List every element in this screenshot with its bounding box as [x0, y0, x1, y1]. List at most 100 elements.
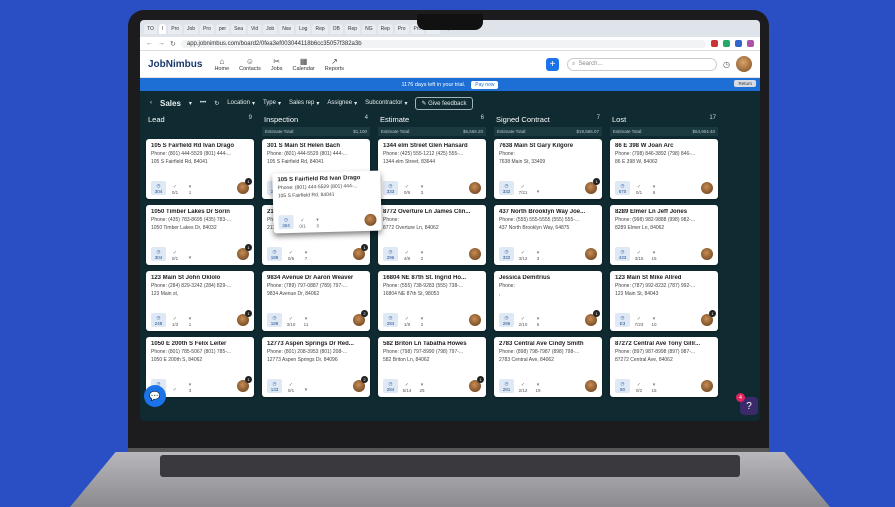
chat-button[interactable]: 💬	[144, 385, 166, 407]
filter-subcontractor[interactable]: Subcontractor ▾	[365, 100, 407, 107]
browser-tab[interactable]: Nav	[279, 23, 295, 34]
card-stats: ◷ 433 ✓ 3/15 ▾ 15	[615, 247, 660, 261]
history-icon[interactable]: ◷	[723, 60, 730, 69]
reload-icon[interactable]: ↻	[170, 40, 176, 48]
assignee-avatar[interactable]	[585, 248, 597, 260]
assignee-avatar[interactable]	[701, 182, 713, 194]
browser-tab[interactable]: Rep	[344, 23, 361, 34]
board-selector[interactable]: Sales	[160, 99, 181, 108]
assignee-avatar[interactable]	[585, 380, 597, 392]
assignee-avatar[interactable]: 1	[469, 376, 484, 392]
return-button[interactable]: Return	[734, 80, 756, 87]
browser-tab[interactable]: Job	[184, 23, 199, 34]
give-feedback-button[interactable]: ✎ Give feedback	[415, 96, 473, 110]
browser-tab[interactable]: Job	[263, 23, 278, 34]
pay-now-button[interactable]: Pay now	[471, 80, 499, 89]
forward-icon[interactable]: →	[158, 40, 165, 47]
assignee-avatar[interactable]: 2	[353, 310, 368, 326]
jobnimbus-logo[interactable]: JobNimbus	[148, 59, 202, 70]
assignee-avatar[interactable]: 1	[237, 376, 252, 392]
browser-tab[interactable]: per	[215, 23, 230, 34]
comment-stat: ▾	[300, 387, 312, 393]
browser-tab[interactable]: Rep	[312, 23, 328, 34]
browser-tab[interactable]: Pro	[394, 23, 409, 34]
add-button[interactable]: +	[546, 57, 560, 71]
assignee-avatar[interactable]: 1	[237, 244, 252, 260]
assignee-avatar[interactable]: 1	[701, 310, 716, 326]
job-card[interactable]: 2783 Central Ave Cindy Smith Phone: (898)…	[494, 337, 602, 397]
extension-icon[interactable]	[735, 40, 742, 47]
assignee-avatar[interactable]	[701, 380, 713, 392]
assignee-avatar[interactable]	[469, 314, 481, 326]
job-card[interactable]: 87272 Central Ave Tony Gillr... Phone: (8…	[610, 337, 718, 397]
column-title: Estimate	[380, 115, 410, 124]
assignee-avatar[interactable]	[469, 248, 481, 260]
browser-tab[interactable]: NG	[362, 23, 376, 34]
more-icon[interactable]: •••	[200, 100, 206, 106]
job-card[interactable]: 1344 elm Street Glen Hansard Phone: (425)…	[378, 139, 486, 199]
job-card[interactable]: 8772 Overture Ln James Clin... Phone: 8772…	[378, 205, 486, 265]
job-card[interactable]: 123 Main St John Oklolo Phone: (284) 829-…	[146, 271, 254, 331]
nav-calendar[interactable]: ▦ Calendar	[292, 57, 314, 72]
chevron-down-icon: ▾	[354, 100, 358, 107]
job-card[interactable]: 582 Briton Ln Tabatha Howes Phone: (798) …	[378, 337, 486, 397]
assignee-avatar[interactable]	[364, 213, 377, 227]
browser-tab[interactable]: Rep	[377, 23, 393, 34]
help-button[interactable]: ? 4	[736, 393, 758, 415]
filter-location[interactable]: Location ▾	[227, 100, 255, 107]
job-card[interactable]: 9834 Avenue Dr Aaron Weaver Phone: (789) …	[262, 271, 370, 331]
assignee-avatar[interactable]: 1	[585, 178, 600, 194]
nav-reports[interactable]: ↗ Reports	[325, 57, 344, 72]
task-stat: ✓ 4/9	[403, 250, 411, 261]
assignee-avatar[interactable]: 1	[237, 310, 252, 326]
browser-tab[interactable]: Vid	[248, 23, 262, 34]
dragged-card[interactable]: 105 S Fairfield Rd Ivan Drago Phone: (801…	[272, 170, 382, 234]
card-title: 1050 E 200th S Felix Leiter	[151, 341, 227, 347]
assignee-avatar[interactable]	[469, 182, 481, 194]
assignee-avatar[interactable]	[701, 248, 713, 260]
notification-count: 1	[709, 310, 716, 317]
filter-type[interactable]: Type ▾	[263, 100, 281, 107]
card-address: 1344 elm Street, 83644	[383, 159, 435, 165]
job-card[interactable]: 8289 Elmer Ln Jeff Jones Phone: (998) 982…	[610, 205, 718, 265]
assignee-avatar[interactable]: 1	[237, 178, 252, 194]
browser-tab[interactable]: Pro	[200, 23, 214, 34]
column-header: Estimate 6	[378, 115, 486, 127]
nav-contacts[interactable]: ☺ Contacts	[239, 57, 261, 72]
assignee-avatar[interactable]: 1	[353, 244, 368, 260]
url-field[interactable]: app.jobnimbus.com/board2/0fea3ef00304411…	[180, 39, 706, 48]
job-card[interactable]: 12773 Aspen Springs Dr Red... Phone: (801…	[262, 337, 370, 397]
job-card[interactable]: 105 S Fairfield Rd Ivan Drago Phone: (801…	[146, 139, 254, 199]
job-card[interactable]: 7638 Main St Gary Kilgore Phone: 7638 Main…	[494, 139, 602, 199]
job-card[interactable]: 86 E 398 W Joan Arc Phone: (798) 846-3892…	[610, 139, 718, 199]
card-address: 86 E 398 W, 84062	[615, 159, 658, 165]
refresh-icon[interactable]: ↻	[214, 100, 219, 107]
back-icon[interactable]: ←	[146, 40, 153, 47]
browser-tab[interactable]: I	[158, 23, 167, 34]
assignee-avatar[interactable]: 2	[353, 376, 368, 392]
job-card[interactable]: 123 Main St Mike Allred Phone: (787) 992-…	[610, 271, 718, 331]
browser-tab[interactable]: TO	[144, 23, 157, 34]
filter-sales-rep[interactable]: Sales rep ▾	[289, 100, 319, 107]
job-card[interactable]: 16804 NE 87th St. Ingrid Ho... Phone: (55…	[378, 271, 486, 331]
assignee-avatar[interactable]: 1	[585, 310, 600, 326]
board-dropdown-icon[interactable]: ▾	[189, 100, 192, 107]
extension-icon[interactable]	[723, 40, 730, 47]
browser-tab[interactable]: Log	[296, 23, 311, 34]
extension-icon[interactable]	[711, 40, 718, 47]
filter-assignee[interactable]: Assignee ▾	[327, 100, 357, 107]
job-card[interactable]: Jessica Demitrius Phone:, ◷ 296 ✓ 2/10 ▾ 6 1	[494, 271, 602, 331]
extension-icon[interactable]	[747, 40, 754, 47]
nav-home[interactable]: ⌂ Home	[214, 57, 229, 72]
card-title: 582 Briton Ln Tabatha Howes	[383, 341, 467, 347]
browser-tab[interactable]: Sea	[231, 23, 247, 34]
browser-tab[interactable]: Pro	[168, 23, 183, 34]
card-stats: ◷ 332 ✓ 7/21 ▾	[499, 181, 544, 195]
search-input[interactable]: ⌕ Search...	[567, 57, 718, 71]
job-card[interactable]: 1050 Timber Lakes Dr Sorin Phone: (435) 7…	[146, 205, 254, 265]
browser-tab[interactable]: OB	[329, 23, 343, 34]
nav-jobs[interactable]: ✂ Jobs	[271, 57, 283, 72]
job-card[interactable]: 437 North Brooklyn Way Joe... Phone: (555…	[494, 205, 602, 265]
user-avatar[interactable]	[736, 56, 752, 72]
back-chevron-icon[interactable]: ‹	[150, 100, 152, 106]
